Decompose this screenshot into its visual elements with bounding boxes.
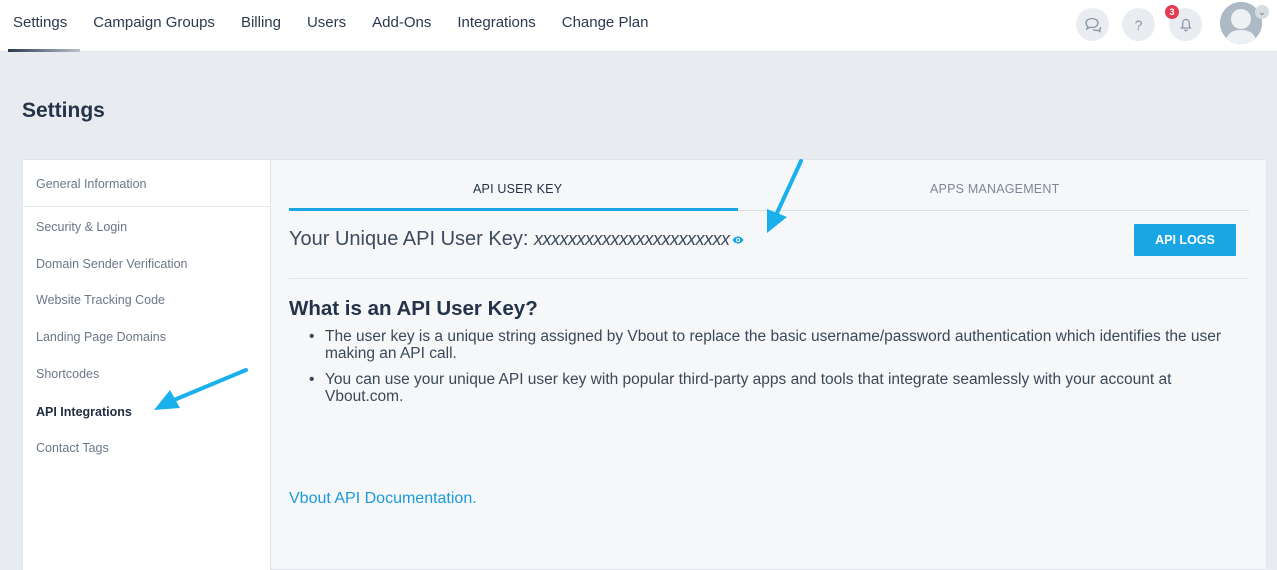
tab-apps-management[interactable]: APPS MANAGEMENT (930, 182, 1059, 196)
help-icon: ? (1134, 16, 1143, 33)
nav-add-ons[interactable]: Add-Ons (359, 0, 444, 52)
main-nav: Settings Campaign Groups Billing Users A… (0, 0, 661, 52)
sidebar-item-general-information[interactable]: General Information (36, 177, 146, 191)
api-key-label: Your Unique API User Key: (289, 228, 529, 250)
sidebar-item-website-tracking-code[interactable]: Website Tracking Code (36, 293, 165, 307)
settings-sidebar: General Information Security & Login Dom… (23, 160, 271, 570)
chat-button[interactable] (1076, 8, 1109, 41)
section-divider (289, 278, 1249, 279)
api-key-row: Your Unique API User Key: xxxxxxxxxxxxxx… (289, 228, 744, 251)
sidebar-item-shortcodes[interactable]: Shortcodes (36, 367, 99, 381)
api-tabs: API USER KEY APPS MANAGEMENT (289, 160, 1249, 211)
nav-users[interactable]: Users (294, 0, 359, 52)
nav-settings[interactable]: Settings (0, 0, 81, 52)
list-item: You can use your unique API user key wit… (309, 371, 1239, 405)
settings-panel: General Information Security & Login Dom… (22, 159, 1267, 570)
top-nav-bar: Settings Campaign Groups Billing Users A… (0, 0, 1277, 52)
nav-integrations[interactable]: Integrations (444, 0, 548, 52)
sidebar-item-security-login[interactable]: Security & Login (36, 220, 127, 234)
chat-icon (1084, 17, 1101, 33)
list-item: The user key is a unique string assigned… (309, 328, 1239, 362)
api-key-description-list: The user key is a unique string assigned… (309, 328, 1239, 414)
sidebar-item-landing-page-domains[interactable]: Landing Page Domains (36, 330, 166, 344)
api-key-value: xxxxxxxxxxxxxxxxxxxxxxx (533, 229, 730, 249)
nav-billing[interactable]: Billing (228, 0, 294, 52)
page-title: Settings (22, 99, 105, 122)
sidebar-item-contact-tags[interactable]: Contact Tags (36, 441, 109, 455)
sidebar-divider (23, 206, 271, 207)
notifications-button[interactable]: 3 (1165, 5, 1202, 41)
chevron-down-icon[interactable]: ⌄ (1255, 5, 1269, 19)
section-title: What is an API User Key? (289, 297, 538, 320)
api-logs-button[interactable]: API LOGS (1134, 224, 1236, 256)
active-tab-indicator (289, 208, 738, 211)
nav-change-plan[interactable]: Change Plan (549, 0, 662, 52)
api-documentation-link[interactable]: Vbout API Documentation. (289, 490, 477, 508)
tab-api-user-key[interactable]: API USER KEY (473, 182, 562, 196)
sidebar-item-domain-sender-verification[interactable]: Domain Sender Verification (36, 257, 187, 271)
sidebar-item-api-integrations[interactable]: API Integrations (36, 405, 132, 419)
notification-count-badge: 3 (1165, 5, 1179, 19)
eye-icon[interactable] (732, 236, 744, 244)
help-button[interactable]: ? (1122, 8, 1155, 41)
nav-campaign-groups[interactable]: Campaign Groups (80, 0, 228, 52)
bell-icon (1179, 18, 1192, 31)
